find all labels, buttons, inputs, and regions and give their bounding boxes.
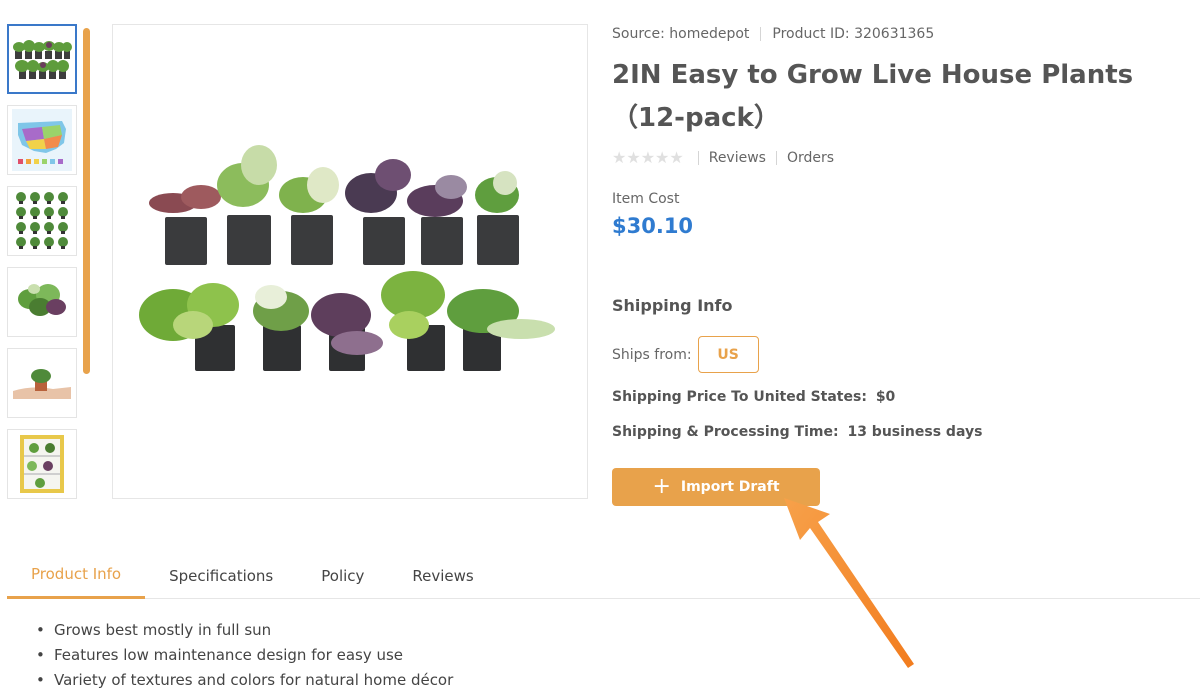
list-item: Grows best mostly in full sun <box>36 619 453 644</box>
item-cost-value: $30.10 <box>612 214 694 238</box>
ships-from-label: Ships from: <box>612 346 692 363</box>
thumbnail-plant-grid[interactable] <box>7 186 77 256</box>
thumbnail-plant-in-hand[interactable] <box>7 348 77 418</box>
shipping-price-row: Shipping Price To United States: $0 <box>612 389 895 405</box>
annotation-arrow-icon <box>784 498 914 668</box>
thumbnail-plants-front[interactable] <box>7 24 77 94</box>
plus-icon: + <box>652 474 671 499</box>
rating-divider <box>697 150 699 165</box>
item-cost-label: Item Cost <box>612 191 680 207</box>
list-item: Variety of textures and colors for natur… <box>36 669 453 694</box>
product-meta: Source: homedepot Product ID: 320631365 <box>612 26 934 42</box>
shipping-time-row: Shipping & Processing Time: 13 business … <box>612 424 982 440</box>
thumbnail-hardiness-map[interactable] <box>7 105 77 175</box>
tab-policy[interactable]: Policy <box>297 552 388 599</box>
ships-from-row: Ships from: US <box>612 336 759 373</box>
thumbnail-scrollbar[interactable] <box>83 28 90 374</box>
thumbnail-list <box>7 24 79 510</box>
ships-from-country-button[interactable]: US <box>697 336 759 373</box>
orders-link[interactable]: Orders <box>787 150 834 166</box>
product-id-label: Product ID: 320631365 <box>772 26 935 42</box>
meta-divider <box>760 27 762 41</box>
tab-product-info[interactable]: Product Info <box>7 552 146 599</box>
reviews-link[interactable]: Reviews <box>709 150 766 166</box>
shipping-price-label: Shipping Price To United States: <box>612 389 867 405</box>
list-item: Features low maintenance design for easy… <box>36 644 453 669</box>
tab-specifications[interactable]: Specifications <box>145 552 297 599</box>
shipping-time-label: Shipping & Processing Time: <box>612 424 839 440</box>
thumbnail-plant-shelf[interactable] <box>7 429 77 499</box>
product-tabs: Product Info Specifications Policy Revie… <box>7 552 1200 599</box>
shipping-price-value: $0 <box>875 389 896 405</box>
star-rating-icon: ★★★★★ <box>612 148 684 167</box>
rating-row: ★★★★★ Reviews Orders <box>612 148 834 167</box>
rating-divider <box>775 150 777 165</box>
shipping-info-heading: Shipping Info <box>612 296 733 315</box>
product-features-list: Grows best mostly in full sun Features l… <box>36 619 453 694</box>
product-title: 2IN Easy to Grow Live House Plants（12-pa… <box>612 60 1134 133</box>
main-product-image <box>112 24 588 499</box>
shipping-time-value: 13 business days <box>847 424 983 440</box>
tab-reviews[interactable]: Reviews <box>388 552 497 599</box>
source-label: Source: homedepot <box>612 26 750 42</box>
import-draft-label: Import Draft <box>680 479 780 495</box>
thumbnail-plant-cluster[interactable] <box>7 267 77 337</box>
